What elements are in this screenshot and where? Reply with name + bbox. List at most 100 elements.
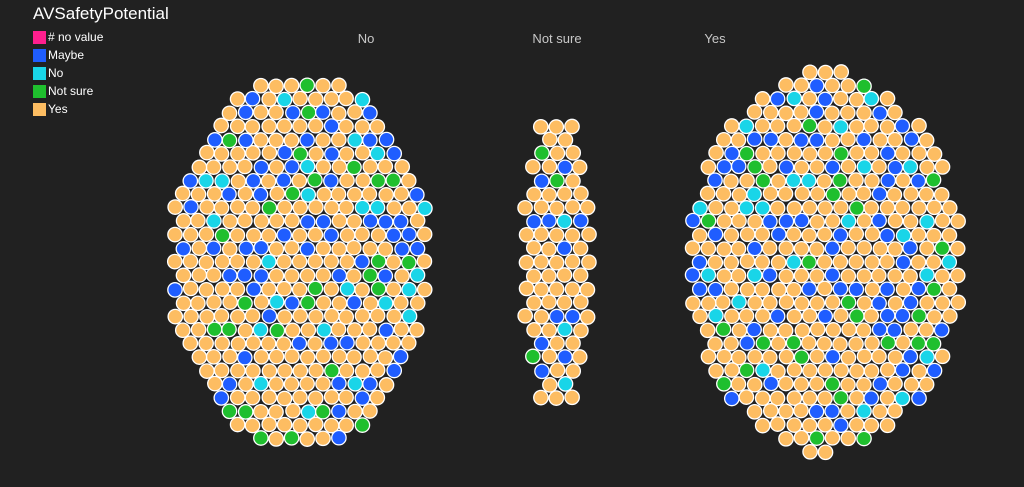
bubble-no-yes[interactable] — [175, 295, 192, 312]
bubble-no-yes[interactable] — [331, 213, 348, 229]
bubble-no-yes[interactable] — [299, 349, 316, 366]
bubble-yes-yes[interactable] — [864, 335, 880, 352]
bubble-yes-maybe[interactable] — [691, 281, 708, 298]
bubble-not-sure-yes[interactable] — [533, 389, 549, 406]
bubble-no-no[interactable] — [253, 375, 269, 392]
bubble-no-maybe[interactable] — [362, 376, 378, 392]
bubble-not-sure-yes[interactable] — [533, 281, 550, 298]
bubble-no-yes[interactable] — [229, 281, 246, 298]
bubble-yes-no[interactable] — [840, 213, 857, 230]
bubble-no-yes[interactable] — [315, 159, 332, 175]
bubble-yes-yes[interactable] — [731, 322, 748, 339]
bubble-yes-maybe[interactable] — [684, 267, 701, 283]
bubble-no-yes[interactable] — [191, 267, 208, 283]
bubble-yes-yes[interactable] — [918, 132, 935, 149]
bubble-no-yes[interactable] — [292, 389, 308, 406]
bubble-yes-yes[interactable] — [716, 268, 733, 284]
bubble-no-maybe[interactable] — [377, 214, 394, 230]
bubble-yes-yes[interactable] — [793, 402, 809, 419]
bubble-no-not-sure[interactable] — [284, 185, 301, 202]
bubble-no-yes[interactable] — [362, 403, 378, 419]
bubble-yes-yes[interactable] — [723, 281, 740, 297]
bubble-yes-maybe[interactable] — [817, 91, 834, 108]
bubble-no-yes[interactable] — [206, 186, 223, 202]
bubble-no-maybe[interactable] — [331, 429, 347, 446]
bubble-yes-maybe[interactable] — [863, 390, 880, 406]
bubble-no-not-sure[interactable] — [385, 172, 402, 189]
bubble-not-sure-yes[interactable] — [518, 226, 535, 243]
bubble-no-yes[interactable] — [307, 226, 324, 243]
bubble-yes-yes[interactable] — [911, 363, 928, 380]
bubble-yes-yes[interactable] — [841, 186, 857, 202]
bubble-no-maybe[interactable] — [392, 213, 409, 230]
bubble-yes-yes[interactable] — [778, 77, 794, 93]
bubble-no-yes[interactable] — [214, 335, 231, 352]
bubble-not-sure-yes[interactable] — [517, 307, 534, 324]
bubble-yes-maybe[interactable] — [739, 335, 755, 351]
bubble-not-sure-maybe[interactable] — [533, 173, 550, 190]
bubble-yes-maybe[interactable] — [817, 308, 834, 325]
bubble-not-sure-yes[interactable] — [572, 267, 589, 284]
bubble-no-yes[interactable] — [283, 132, 300, 149]
bubble-no-not-sure[interactable] — [221, 403, 238, 420]
bubble-yes-yes[interactable] — [856, 240, 873, 256]
bubble-no-yes[interactable] — [198, 226, 215, 243]
bubble-no-yes[interactable] — [292, 308, 309, 324]
bubble-yes-maybe[interactable] — [902, 348, 919, 365]
bubble-no-yes[interactable] — [284, 322, 301, 339]
bubble-no-yes[interactable] — [276, 280, 293, 297]
bubble-yes-yes[interactable] — [770, 335, 787, 352]
bubble-not-sure-yes[interactable] — [548, 200, 565, 217]
bubble-no-maybe[interactable] — [238, 240, 255, 257]
bubble-no-yes[interactable] — [237, 322, 254, 339]
bubble-yes-yes[interactable] — [824, 294, 841, 311]
bubble-yes-maybe[interactable] — [894, 118, 911, 134]
bubble-not-sure-yes[interactable] — [533, 254, 550, 270]
bubble-no-yes[interactable] — [345, 239, 362, 256]
bubble-no-yes[interactable] — [175, 267, 192, 284]
bubble-no-yes[interactable] — [285, 402, 301, 419]
bubble-no-no[interactable] — [417, 200, 433, 217]
bubble-yes-maybe[interactable] — [894, 307, 911, 324]
bubble-no-yes[interactable] — [244, 389, 261, 406]
bubble-not-sure-yes[interactable] — [564, 118, 580, 135]
bubble-no-yes[interactable] — [377, 158, 394, 175]
bubble-no-no[interactable] — [369, 145, 386, 162]
bubble-yes-yes[interactable] — [833, 199, 849, 216]
bubble-no-yes[interactable] — [307, 117, 324, 134]
bubble-no-yes[interactable] — [268, 348, 285, 365]
bubble-no-yes[interactable] — [416, 253, 433, 270]
bubble-no-not-sure[interactable] — [299, 294, 316, 311]
bubble-yes-yes[interactable] — [856, 105, 872, 121]
bubble-yes-yes[interactable] — [918, 186, 935, 203]
bubble-no-yes[interactable] — [315, 430, 331, 447]
bubble-yes-yes[interactable] — [950, 294, 967, 311]
bubble-yes-not-sure[interactable] — [926, 281, 942, 298]
bubble-no-yes[interactable] — [230, 173, 247, 190]
bubble-yes-no[interactable] — [785, 254, 802, 271]
bubble-yes-yes[interactable] — [809, 348, 825, 365]
bubble-no-yes[interactable] — [339, 172, 355, 189]
bubble-no-maybe[interactable] — [394, 241, 410, 257]
bubble-yes-yes[interactable] — [840, 158, 857, 175]
bubble-not-sure-yes[interactable] — [556, 294, 573, 311]
bubble-yes-not-sure[interactable] — [801, 254, 817, 271]
bubble-yes-yes[interactable] — [949, 267, 966, 284]
bubble-no-yes[interactable] — [253, 77, 269, 94]
bubble-yes-yes[interactable] — [723, 118, 740, 134]
bubble-yes-yes[interactable] — [809, 159, 825, 175]
bubble-no-yes[interactable] — [330, 105, 347, 122]
bubble-no-yes[interactable] — [222, 294, 238, 310]
bubble-yes-yes[interactable] — [754, 117, 771, 134]
bubble-no-yes[interactable] — [378, 377, 395, 393]
bubble-no-yes[interactable] — [244, 307, 261, 324]
bubble-yes-yes[interactable] — [801, 307, 818, 324]
bubble-no-not-sure[interactable] — [221, 132, 238, 149]
bubble-no-maybe[interactable] — [378, 131, 395, 148]
bubble-no-yes[interactable] — [191, 349, 208, 365]
bubble-yes-yes[interactable] — [817, 416, 834, 433]
bubble-no-yes[interactable] — [268, 376, 285, 392]
bubble-yes-yes[interactable] — [816, 254, 833, 270]
bubble-yes-maybe[interactable] — [724, 145, 740, 162]
bubble-yes-yes[interactable] — [808, 375, 825, 392]
